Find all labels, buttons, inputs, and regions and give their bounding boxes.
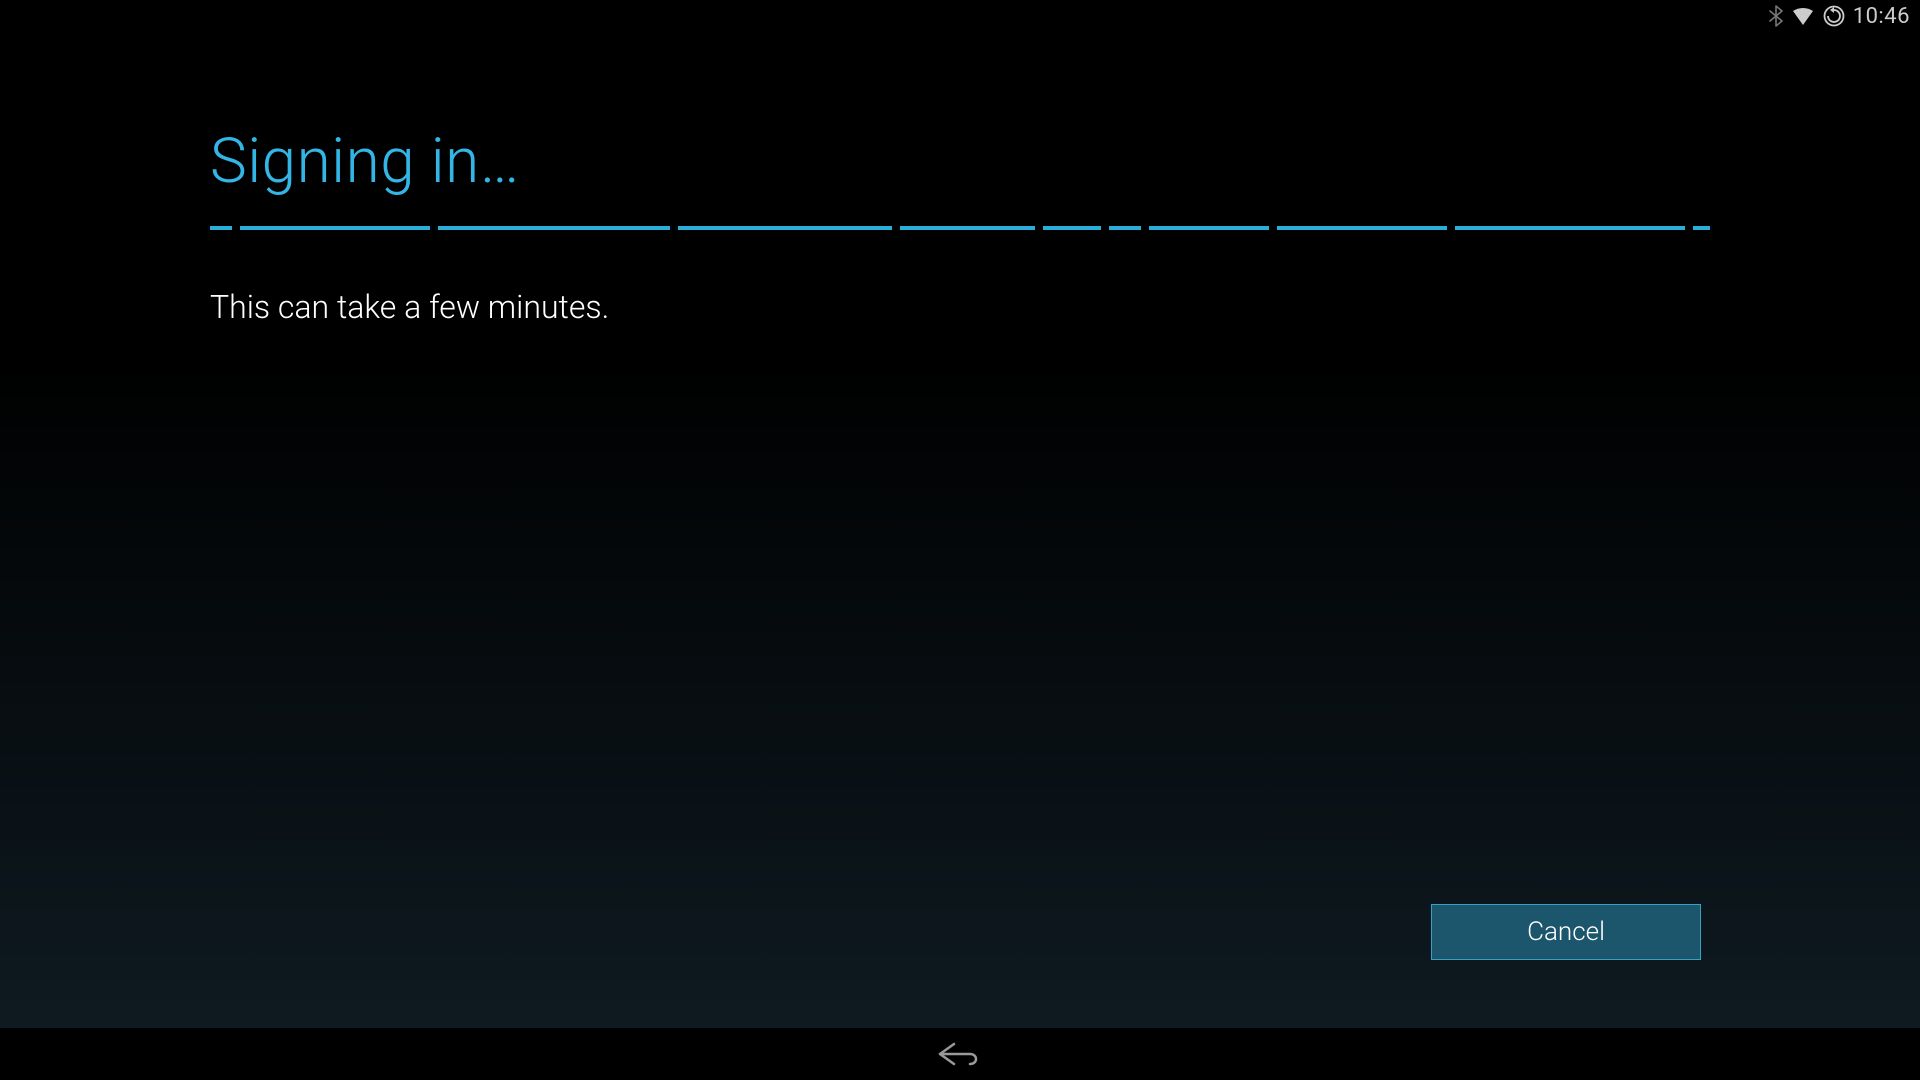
page-title: Signing in…: [210, 125, 1710, 198]
signing-in-panel: Signing in… This can take a few minutes.…: [0, 0, 1920, 1028]
navigation-bar: [0, 1028, 1920, 1080]
progress-indicator: [210, 226, 1710, 230]
screen-content: 10:46 Signing in… This can take a few mi…: [0, 0, 1920, 1028]
back-button[interactable]: [936, 1040, 984, 1068]
cancel-button[interactable]: Cancel: [1431, 904, 1701, 960]
cancel-button-label: Cancel: [1527, 917, 1605, 947]
page-subtitle: This can take a few minutes.: [210, 288, 1710, 326]
